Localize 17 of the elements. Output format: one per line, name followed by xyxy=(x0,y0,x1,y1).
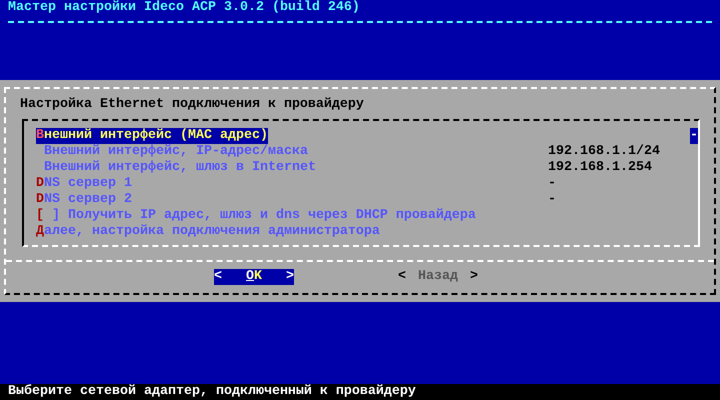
menu-item[interactable]: Внешний интерфейс, IP-адрес/маска xyxy=(36,144,548,160)
dialog-button[interactable]: < Назад > xyxy=(398,269,478,285)
dialog-button[interactable]: < OK > xyxy=(214,269,294,285)
value-text: 192.168.1.1/24 xyxy=(548,144,660,160)
menu-item[interactable]: DNS сервер 1 xyxy=(36,176,548,192)
value-text: - xyxy=(548,176,556,192)
window-title: Мастер настройки Ideco ACP 3.0.2 (build 246) xyxy=(8,0,361,16)
value-text: - xyxy=(548,192,556,208)
menu-item[interactable]: DNS сервер 2 xyxy=(36,192,548,208)
menu-item[interactable]: Внешний интерфейс, шлюз в Internet xyxy=(36,160,548,176)
dialog-title: Настройка Ethernet подключения к провайдеру xyxy=(20,97,365,113)
menu-item[interactable]: [ ] Получить IP адрес, шлюз и dns через DHCP провайдера xyxy=(36,208,548,224)
value-text: - xyxy=(690,128,698,144)
status-bar: Выберите сетевой адаптер, подключенный к провайдеру xyxy=(0,384,720,400)
value-text: 192.168.1.254 xyxy=(548,160,652,176)
menu-item[interactable]: Далее, настройка подключения администратора xyxy=(36,224,548,240)
menu-item[interactable]: Внешний интерфейс (MAC адрес) xyxy=(36,128,268,144)
